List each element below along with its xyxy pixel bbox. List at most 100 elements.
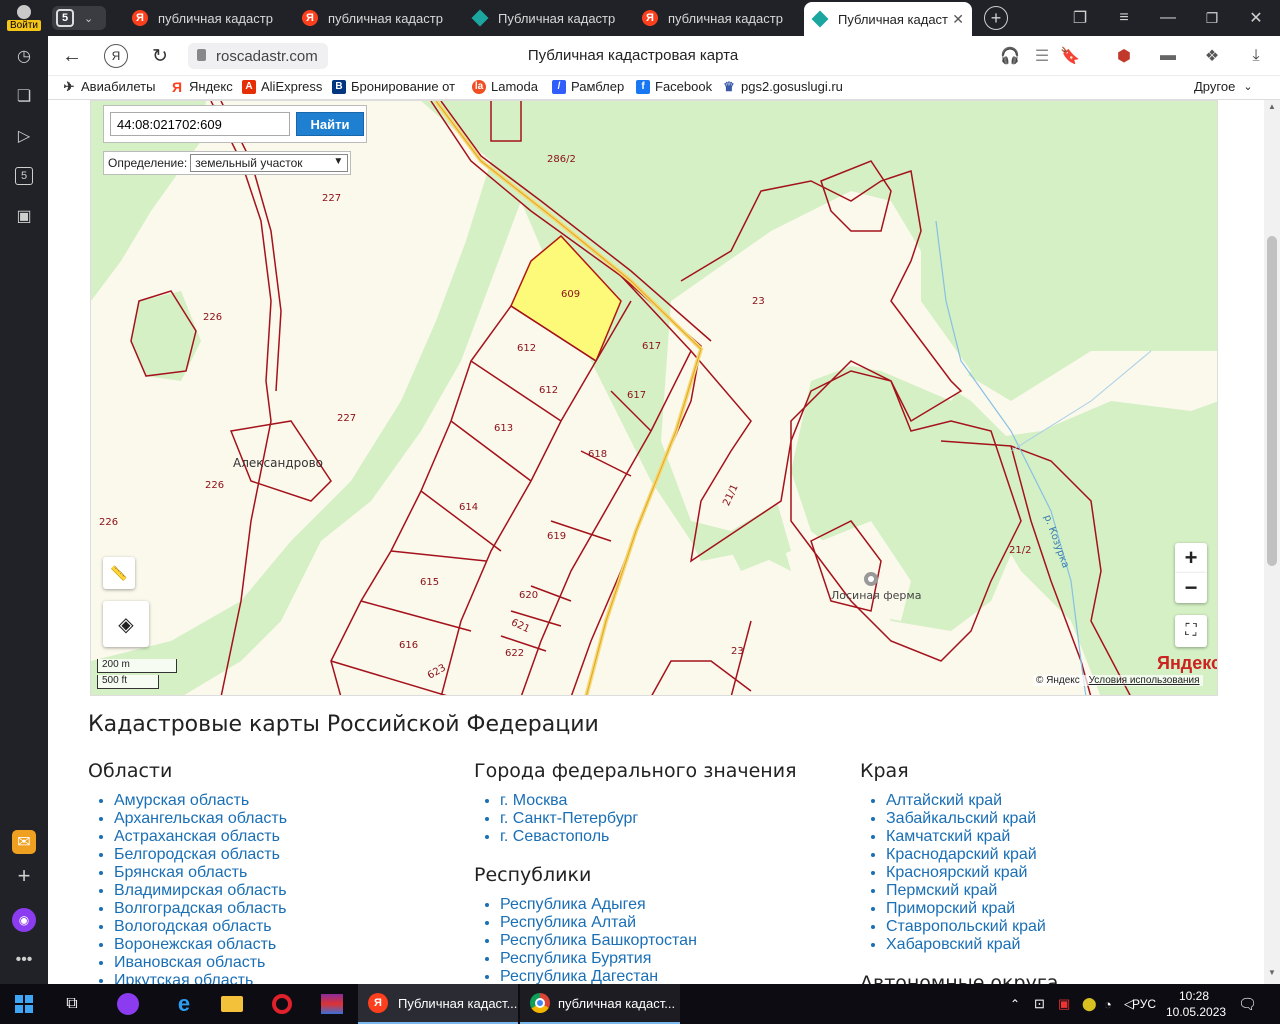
list-item[interactable]: Архангельская область <box>114 810 458 828</box>
list-item[interactable]: Краснодарский край <box>886 846 1230 864</box>
url-field[interactable]: roscadastr.com <box>188 43 328 69</box>
alice-icon[interactable] <box>116 984 140 1024</box>
definition-select[interactable]: земельный участок ▼ <box>190 154 349 172</box>
list-item[interactable]: г. Москва <box>500 792 844 810</box>
list-item[interactable]: Иркутская область <box>114 972 458 984</box>
fullscreen-button[interactable]: ⛶ <box>1175 615 1207 647</box>
back-icon[interactable]: ← <box>60 44 84 68</box>
bookmark-aviabilety[interactable]: ✈ Авиабилеты <box>62 79 156 95</box>
mail-icon[interactable]: ✉ <box>12 830 36 854</box>
close-window-icon[interactable]: ✕ <box>1244 6 1268 30</box>
bookmark-lamoda[interactable]: la Lamoda <box>472 79 538 94</box>
ie-icon[interactable]: e <box>172 984 196 1024</box>
add-icon[interactable]: + <box>12 863 36 888</box>
list-item[interactable]: Республика Дагестан <box>500 968 844 984</box>
list-item[interactable]: Хабаровский край <box>886 936 1230 954</box>
list-item[interactable]: г. Санкт-Петербург <box>500 810 844 828</box>
collections-icon[interactable]: ❏ <box>12 84 36 108</box>
bookmark-rambler[interactable]: / Рамблер <box>552 79 624 94</box>
list-item[interactable]: Вологодская область <box>114 918 458 936</box>
search-button[interactable]: Найти <box>296 112 364 136</box>
history-icon[interactable]: ◷ <box>12 44 36 68</box>
collections-icon[interactable]: ❐ <box>1068 6 1092 30</box>
opera-icon[interactable] <box>270 984 294 1024</box>
list-item[interactable]: Воронежская область <box>114 936 458 954</box>
new-tab-button[interactable]: + <box>984 6 1008 30</box>
tray-chevron-icon[interactable]: ⌃ <box>1010 984 1020 1024</box>
folder-icon[interactable] <box>220 984 244 1024</box>
cadastral-number-input[interactable] <box>110 112 290 136</box>
layers-button[interactable]: ◈ <box>103 601 149 647</box>
minimize-icon[interactable]: — <box>1156 6 1180 30</box>
extension-icon[interactable]: ▬ <box>1156 44 1180 68</box>
reload-icon[interactable]: ↻ <box>148 44 172 68</box>
yandex-button[interactable]: Я <box>104 44 128 68</box>
list-item[interactable]: Пермский край <box>886 882 1230 900</box>
tray-icon[interactable]: ⬤ <box>1082 984 1097 1024</box>
tab-counter-button[interactable]: 5 ⌄ <box>52 6 106 30</box>
start-button[interactable] <box>10 984 38 1024</box>
bookmarks-other[interactable]: Другое ⌄ <box>1194 79 1253 94</box>
scroll-up-icon[interactable]: ▲ <box>1268 102 1276 111</box>
bookmark-gosuslugi[interactable]: ♛ pgs2.gosuslugi.ru <box>722 79 843 95</box>
menu-icon[interactable]: ≡ <box>1112 6 1136 30</box>
list-item[interactable]: Алтайский край <box>886 792 1230 810</box>
list-item[interactable]: Камчатский край <box>886 828 1230 846</box>
bookmark-facebook[interactable]: f Facebook <box>636 79 712 94</box>
tab-3[interactable]: Публичная кадастр <box>464 0 630 36</box>
extension-icon[interactable]: ❖ <box>1200 44 1224 68</box>
scrollbar[interactable]: ▲ ▼ <box>1264 100 1280 984</box>
list-item[interactable]: Приморский край <box>886 900 1230 918</box>
tab-4[interactable]: Япубличная кадастр <box>634 0 800 36</box>
zoom-in-button[interactable]: + <box>1175 543 1207 573</box>
winrar-icon[interactable] <box>320 984 344 1024</box>
list-item[interactable]: Амурская область <box>114 792 458 810</box>
clock[interactable]: 10:28 10.05.2023 <box>1166 988 1226 1020</box>
restore-icon[interactable]: ❐ <box>1200 6 1224 30</box>
tray-icon[interactable]: ▣ <box>1058 984 1070 1024</box>
list-item[interactable]: Республика Адыгея <box>500 896 844 914</box>
scroll-down-icon[interactable]: ▼ <box>1268 968 1276 977</box>
reader-icon[interactable]: ☰ <box>1030 44 1054 68</box>
map-canvas[interactable]: 286/2 227 226 609 612 612 617 617 23 227… <box>91 101 1218 696</box>
bookmark-aliexpress[interactable]: A AliExpress <box>242 79 322 94</box>
task-view-icon[interactable]: ⧉ <box>60 984 84 1024</box>
taskbar-window-chrome[interactable]: публичная кадаст... <box>520 984 680 1024</box>
extension-icon[interactable]: ⬢ <box>1112 44 1136 68</box>
play-icon[interactable]: ▷ <box>12 124 36 148</box>
list-item[interactable]: Республика Алтай <box>500 914 844 932</box>
download-icon[interactable]: ⤓ <box>1244 44 1268 68</box>
wifi-icon[interactable]: ◔ <box>1104 984 1112 1024</box>
list-item[interactable]: г. Севастополь <box>500 828 844 846</box>
list-item[interactable]: Брянская область <box>114 864 458 882</box>
ruler-button[interactable]: 📏 <box>103 557 135 589</box>
tab-1[interactable]: Япубличная кадастр <box>124 0 290 36</box>
language-indicator[interactable]: РУС <box>1132 984 1156 1024</box>
terms-link[interactable]: Условия использования <box>1089 675 1200 686</box>
bookmark-icon[interactable]: 🔖 <box>1058 44 1082 68</box>
list-item[interactable]: Владимирская область <box>114 882 458 900</box>
close-icon[interactable]: ✕ <box>952 11 964 28</box>
bookmark-yandex[interactable]: Я Яндекс <box>170 79 233 95</box>
scrollbar-thumb[interactable] <box>1267 236 1277 566</box>
headphones-icon[interactable]: 🎧 <box>998 44 1022 68</box>
profile-button[interactable]: Войти <box>4 2 44 34</box>
more-icon[interactable]: ••• <box>12 948 36 972</box>
list-item[interactable]: Волгоградская область <box>114 900 458 918</box>
tray-icon[interactable]: ⊡ <box>1034 984 1045 1024</box>
list-item[interactable]: Белгородская область <box>114 846 458 864</box>
list-item[interactable]: Ставропольский край <box>886 918 1230 936</box>
alice-icon[interactable]: ◉ <box>12 908 36 932</box>
list-item[interactable]: Красноярский край <box>886 864 1230 882</box>
sidebar-badge[interactable]: 5 <box>12 164 36 188</box>
cadastral-map[interactable]: 286/2 227 226 609 612 612 617 617 23 227… <box>90 100 1218 696</box>
list-item[interactable]: Республика Башкортостан <box>500 932 844 950</box>
tab-2[interactable]: Япубличная кадастр <box>294 0 460 36</box>
taskbar-window-yandex[interactable]: Я Публичная кадаст... <box>358 984 518 1024</box>
tab-5-active[interactable]: Публичная кадаст ✕ <box>804 2 972 36</box>
list-item[interactable]: Республика Бурятия <box>500 950 844 968</box>
notifications-icon[interactable]: 🗨 <box>1238 984 1258 1024</box>
list-item[interactable]: Астраханская область <box>114 828 458 846</box>
zoom-out-button[interactable]: − <box>1175 573 1207 603</box>
screenshot-icon[interactable]: ▣ <box>12 204 36 228</box>
